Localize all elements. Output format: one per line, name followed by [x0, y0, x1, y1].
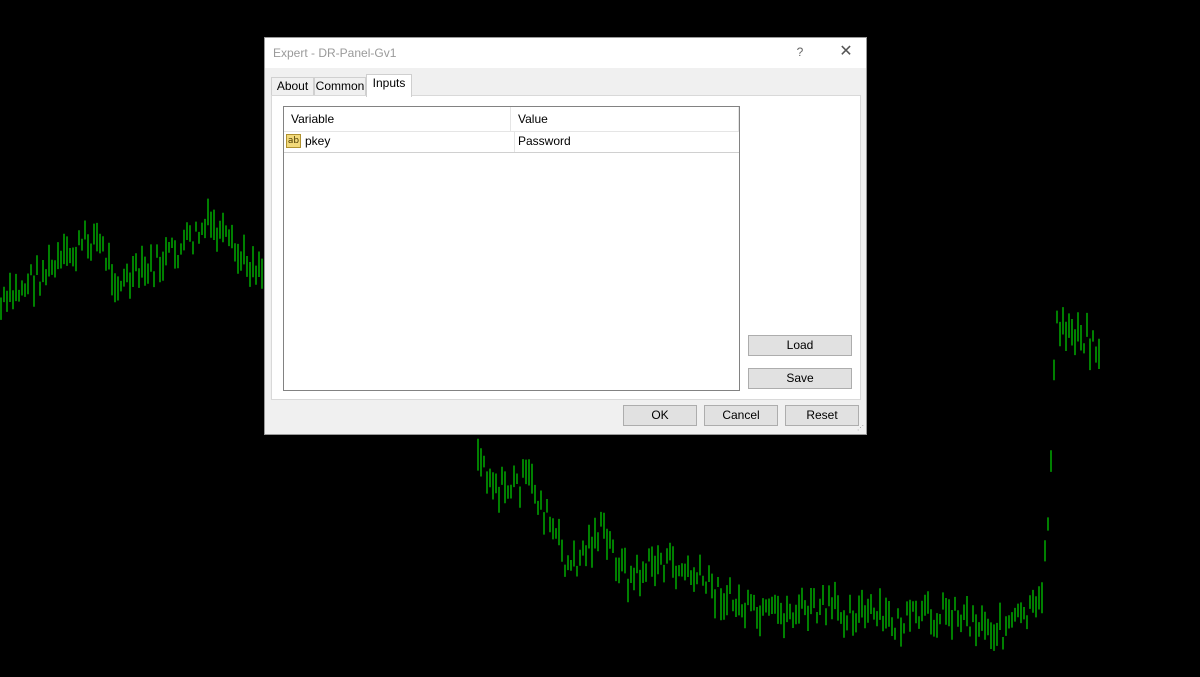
- close-icon[interactable]: ✕: [831, 38, 861, 68]
- inputs-grid[interactable]: Variable Value ab pkey Password: [283, 106, 740, 391]
- reset-button[interactable]: Reset: [785, 405, 859, 426]
- save-button[interactable]: Save: [748, 368, 852, 389]
- grid-header: Variable Value: [284, 107, 739, 132]
- value-cell[interactable]: Password: [514, 131, 571, 152]
- ok-button[interactable]: OK: [623, 405, 697, 426]
- tab-inputs[interactable]: Inputs: [366, 74, 412, 97]
- cancel-button[interactable]: Cancel: [704, 405, 778, 426]
- variable-cell[interactable]: pkey: [305, 131, 330, 152]
- tab-about[interactable]: About: [271, 77, 314, 95]
- string-param-icon: ab: [286, 134, 301, 148]
- dialog-title: Expert - DR-Panel-Gv1: [273, 46, 397, 60]
- load-button[interactable]: Load: [748, 335, 852, 356]
- help-icon[interactable]: ?: [785, 38, 815, 68]
- resize-grip-icon[interactable]: ⋰: [857, 425, 865, 433]
- column-header-value[interactable]: Value: [511, 107, 739, 131]
- tab-common[interactable]: Common: [314, 77, 366, 95]
- title-bar[interactable]: Expert - DR-Panel-Gv1 ? ✕: [265, 38, 866, 68]
- column-header-variable[interactable]: Variable: [284, 107, 511, 131]
- table-row[interactable]: ab pkey Password: [284, 131, 739, 153]
- expert-properties-dialog: Expert - DR-Panel-Gv1 ? ✕ About Common I…: [264, 37, 867, 435]
- inputs-tab-page: Variable Value ab pkey Password Load Sav…: [271, 95, 861, 400]
